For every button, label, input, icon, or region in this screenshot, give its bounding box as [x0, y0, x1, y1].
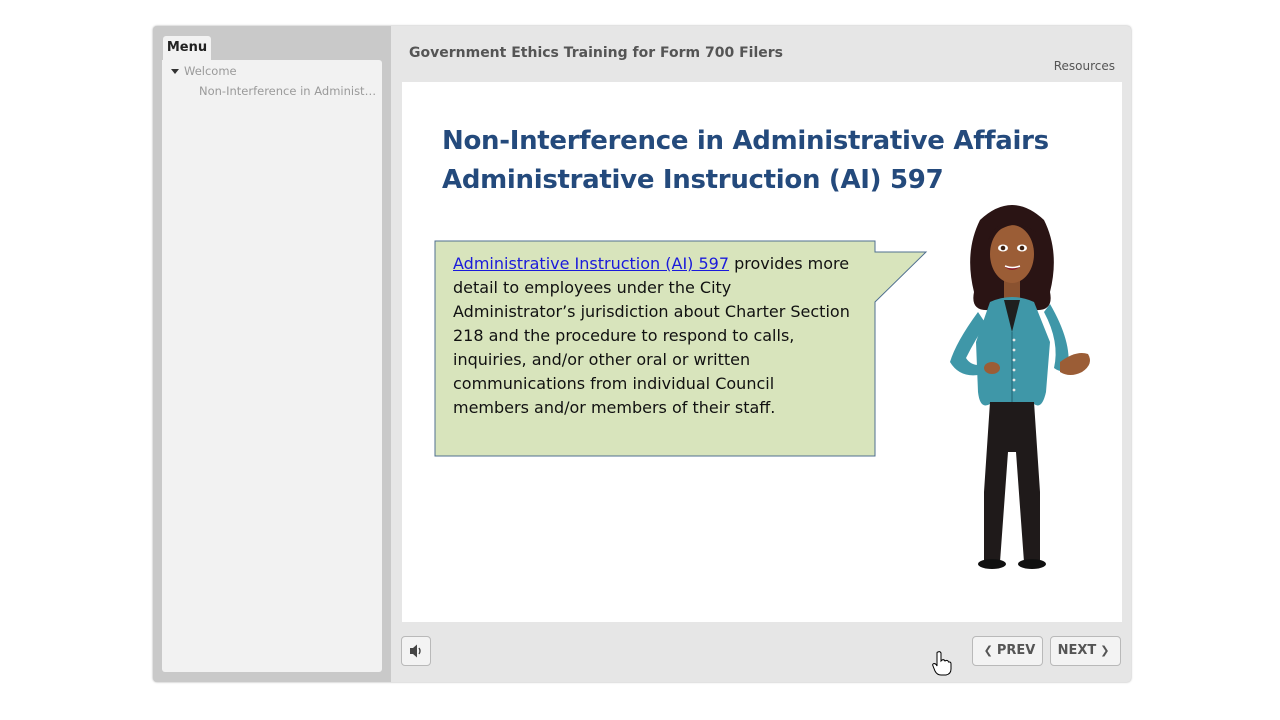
menu-tab[interactable]: Menu: [163, 36, 211, 60]
audio-toggle-button[interactable]: [401, 636, 431, 666]
course-title: Government Ethics Training for Form 700 …: [409, 45, 783, 61]
chevron-left-icon: ❮: [983, 644, 993, 657]
prev-label: PREV: [996, 643, 1036, 658]
prev-button[interactable]: ❮ PREV: [972, 636, 1043, 666]
slide-heading-line1: Non-Interference in Administrative Affai…: [442, 126, 1049, 156]
menu-panel: Welcome Non-Interference in Administrat.…: [162, 60, 382, 672]
menu-item-non-interference[interactable]: Non-Interference in Administrat...: [199, 84, 379, 98]
slide-content: Non-Interference in Administrative Affai…: [402, 82, 1122, 622]
chevron-right-icon: ❯: [1100, 644, 1110, 657]
slide-heading: Non-Interference in Administrative Affai…: [442, 122, 1049, 200]
speaker-icon: [410, 644, 421, 658]
course-player: Menu Welcome Non-Interference in Adminis…: [153, 26, 1131, 682]
next-label: NEXT: [1057, 643, 1097, 658]
next-button[interactable]: NEXT ❯: [1050, 636, 1121, 666]
bubble-body-text: provides more detail to employees under …: [453, 254, 850, 417]
hand-cursor-icon: [932, 651, 952, 676]
resources-link[interactable]: Resources: [1054, 59, 1115, 73]
speech-bubble-text: Administrative Instruction (AI) 597 prov…: [453, 252, 853, 420]
menu-item-label: Welcome: [184, 64, 237, 78]
ai-597-link[interactable]: Administrative Instruction (AI) 597: [453, 254, 729, 273]
caret-down-icon[interactable]: [171, 69, 179, 74]
menu-item-welcome[interactable]: Welcome: [171, 64, 371, 78]
sidebar: Menu Welcome Non-Interference in Adminis…: [153, 26, 391, 682]
main-area: Government Ethics Training for Form 700 …: [391, 26, 1131, 682]
presenter-character-image: [950, 205, 1090, 569]
